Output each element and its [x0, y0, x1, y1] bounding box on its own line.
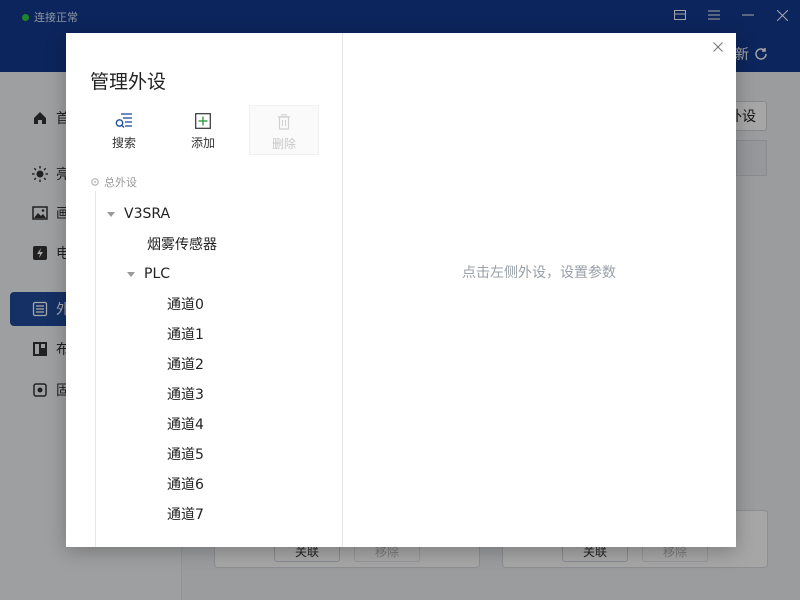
- tree-node-channel[interactable]: 通道2: [167, 353, 204, 375]
- tree-node-label: 通道4: [167, 417, 204, 433]
- add-square-icon: [193, 111, 213, 131]
- tree-node-label: 通道3: [167, 387, 204, 403]
- close-icon: [713, 42, 723, 52]
- tree-node-channel[interactable]: 通道7: [167, 503, 204, 525]
- tree-node-plc[interactable]: PLC: [126, 263, 170, 285]
- tree-guide-line: [95, 191, 96, 547]
- delete-label: 删除: [271, 137, 296, 151]
- tree-node-channel[interactable]: 通道1: [167, 323, 204, 345]
- tree-root[interactable]: 总外设: [90, 174, 137, 190]
- tree-node-smoke-sensor[interactable]: 烟雾传感器: [147, 233, 217, 255]
- tree-node-label: 烟雾传感器: [147, 237, 217, 253]
- search-button[interactable]: 搜索: [89, 105, 159, 155]
- tree-node-label: 通道7: [167, 507, 204, 523]
- tree-node-label: V3SRA: [124, 206, 171, 222]
- tree-node-channel[interactable]: 通道3: [167, 383, 204, 405]
- delete-button[interactable]: 删除: [249, 105, 319, 155]
- dialog-close-button[interactable]: [710, 39, 726, 55]
- tree-node-label: PLC: [144, 266, 171, 282]
- search-label: 搜索: [111, 136, 136, 150]
- caret-down-icon[interactable]: [126, 269, 136, 279]
- tree-node-label: 通道1: [167, 327, 204, 343]
- tree-node-label: 通道6: [167, 477, 204, 493]
- search-list-icon: [114, 111, 134, 131]
- tree-node-channel[interactable]: 通道0: [167, 293, 204, 315]
- gear-icon: [90, 177, 100, 187]
- manage-peripherals-dialog: 管理外设 搜索 添加 删除 总外设 V3SRA 烟雾传感器 PLC 通道0 通道…: [66, 33, 736, 547]
- tree-node-channel[interactable]: 通道5: [167, 443, 204, 465]
- tree-node-channel[interactable]: 通道4: [167, 413, 204, 435]
- tree-root-label: 总外设: [104, 176, 137, 189]
- dialog-left-pane: 管理外设 搜索 添加 删除 总外设 V3SRA 烟雾传感器 PLC 通道0 通道…: [66, 33, 343, 547]
- add-label: 添加: [190, 136, 215, 150]
- tree-node-label: 通道5: [167, 447, 204, 463]
- tree-node-v3sra[interactable]: V3SRA: [106, 203, 170, 225]
- add-button[interactable]: 添加: [168, 105, 238, 155]
- tree-node-channel[interactable]: 通道6: [167, 473, 204, 495]
- settings-placeholder: 点击左侧外设，设置参数: [462, 265, 616, 281]
- trash-icon: [274, 112, 294, 132]
- tree-node-label: 通道2: [167, 357, 204, 373]
- caret-down-icon[interactable]: [106, 209, 116, 219]
- tree-node-label: 通道0: [167, 297, 204, 313]
- dialog-title: 管理外设: [90, 71, 167, 93]
